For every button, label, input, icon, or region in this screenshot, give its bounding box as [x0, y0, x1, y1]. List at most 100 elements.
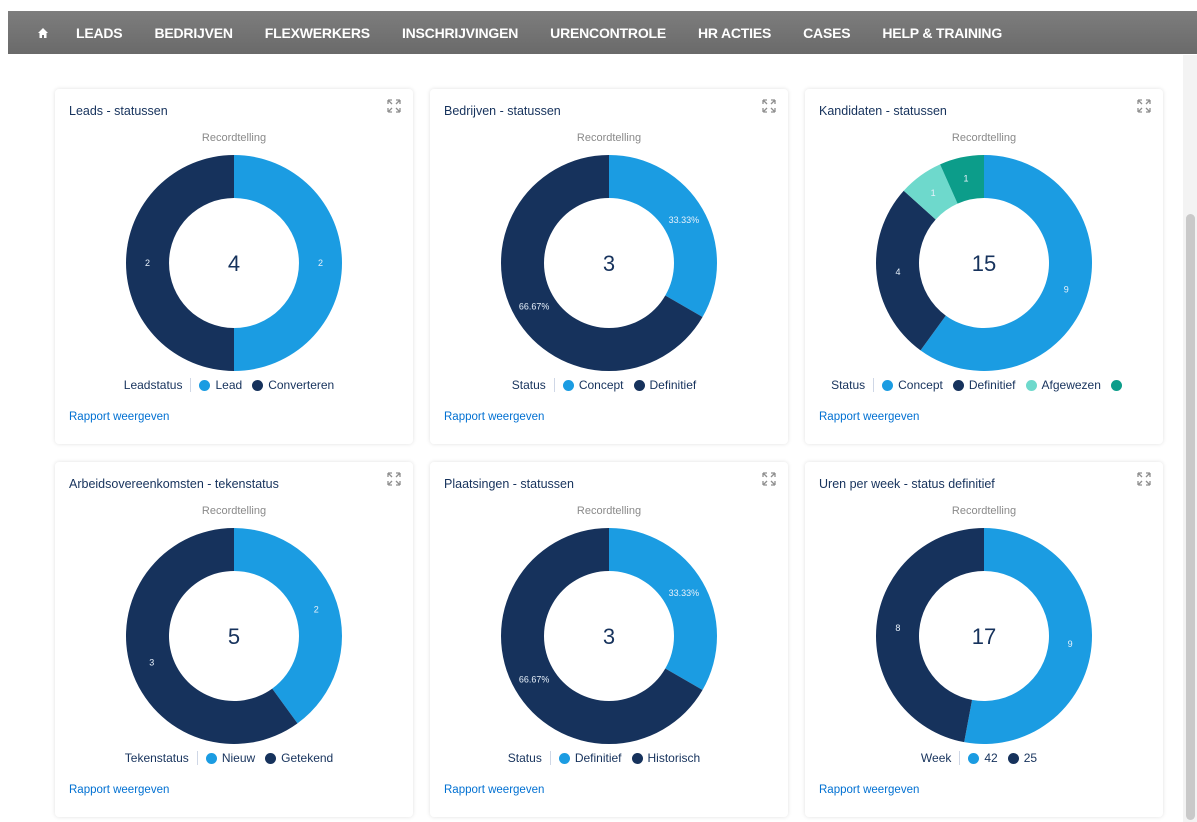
- legend-title: Status: [508, 751, 551, 765]
- legend-dot: [252, 379, 264, 391]
- chart-legend: Week 42 25: [805, 751, 1163, 765]
- donut-slice[interactable]: [609, 155, 717, 317]
- dashboard-card: Bedrijven - statussen Recordtelling 33.33%…: [430, 89, 788, 444]
- legend-item[interactable]: 42: [968, 751, 998, 765]
- donut-total: 5: [228, 624, 240, 649]
- legend-dot: [952, 379, 964, 391]
- donut-chart: 33.33% 66.67% 3: [501, 155, 717, 371]
- legend-label: Converteren: [268, 378, 335, 392]
- legend-item[interactable]: Concept: [562, 378, 624, 392]
- expand-icon[interactable]: [762, 472, 776, 486]
- nav-help-training[interactable]: HELP & TRAINING: [882, 25, 1002, 41]
- dashboard-card: Leads - statussen Recordtelling 2 2 4 Leadsta…: [55, 89, 413, 444]
- legend-item[interactable]: 25: [1007, 751, 1038, 765]
- card-title: Uren per week - status definitief: [819, 477, 995, 491]
- nav-bedrijven[interactable]: BEDRIJVEN: [154, 25, 233, 41]
- donut-total: 17: [972, 624, 996, 649]
- record-count-label: Recordtelling: [951, 505, 1017, 517]
- donut-chart: 2 3 5: [126, 528, 342, 744]
- legend-item[interactable]: Nieuw: [205, 751, 255, 765]
- donut-total: 3: [603, 624, 615, 649]
- legend-item[interactable]: Afgewezen: [1025, 378, 1101, 392]
- legend-item[interactable]: Concept: [882, 378, 943, 392]
- donut-slice[interactable]: [126, 155, 234, 371]
- card-title: Arbeidsovereenkomsten - tekenstatus: [69, 477, 279, 491]
- view-report-link[interactable]: Rapport weergeven: [444, 784, 544, 796]
- donut-total: 15: [972, 251, 996, 276]
- dashboard-card: Uren per week - status definitief Recordt…: [805, 462, 1163, 817]
- legend-dot: [1007, 752, 1019, 764]
- view-report-link[interactable]: Rapport weergeven: [819, 784, 919, 796]
- donut-slice[interactable]: [234, 155, 342, 371]
- view-report-link[interactable]: Rapport weergeven: [69, 411, 169, 423]
- view-report-link[interactable]: Rapport weergeven: [69, 784, 169, 796]
- legend-item[interactable]: [1110, 379, 1127, 391]
- expand-icon[interactable]: [387, 472, 401, 486]
- home-icon[interactable]: [28, 11, 58, 54]
- dashboard-card: Plaatsingen - statussen Recordtelling 33.3…: [430, 462, 788, 817]
- chart-legend: Status Concept Definitief: [430, 378, 788, 392]
- legend-dot: [1025, 379, 1037, 391]
- legend-label: Concept: [578, 378, 624, 392]
- slice-label: 9: [1068, 639, 1073, 649]
- expand-icon[interactable]: [762, 99, 776, 113]
- card-title: Plaatsingen - statussen: [444, 477, 574, 491]
- legend-item[interactable]: Definitief: [633, 378, 696, 392]
- donut-chart: 9 8 17: [876, 528, 1092, 744]
- slice-label: 1: [931, 188, 936, 198]
- nav-inschrijvingen[interactable]: INSCHRIJVINGEN: [402, 25, 518, 41]
- legend-item[interactable]: Historisch: [631, 751, 701, 765]
- nav-leads[interactable]: LEADS: [76, 25, 123, 41]
- record-count-label: Recordtelling: [201, 505, 267, 517]
- expand-icon[interactable]: [1137, 99, 1151, 113]
- nav-flexwerkers[interactable]: FLEXWERKERS: [265, 25, 370, 41]
- donut-chart: 33.33% 66.67% 3: [501, 528, 717, 744]
- legend-item[interactable]: Definitief: [952, 378, 1016, 392]
- donut-slice[interactable]: [234, 528, 342, 724]
- legend-dot: [631, 752, 643, 764]
- legend-label: Definitief: [968, 378, 1016, 392]
- legend-item[interactable]: Converteren: [252, 378, 334, 392]
- legend-title: Status: [831, 378, 875, 392]
- legend-label: Afgewezen: [1041, 378, 1101, 392]
- card-title: Bedrijven - statussen: [444, 104, 561, 118]
- donut-chart: 9 4 1 1 15: [876, 155, 1092, 371]
- legend-label: 25: [1023, 751, 1038, 765]
- legend-item[interactable]: Lead: [199, 378, 242, 392]
- donut-slice[interactable]: [876, 528, 984, 743]
- scrollbar-thumb[interactable]: [1186, 214, 1195, 820]
- main-navigation-bar: LEADS BEDRIJVEN FLEXWERKERS INSCHRIJVING…: [8, 11, 1197, 54]
- legend-dot: [562, 379, 574, 391]
- donut-total: 3: [603, 251, 615, 276]
- card-title: Kandidaten - statussen: [819, 104, 947, 118]
- legend-item[interactable]: Getekend: [265, 751, 333, 765]
- nav-urencontrole[interactable]: URENCONTROLE: [550, 25, 666, 41]
- legend-item[interactable]: Definitief: [558, 751, 622, 765]
- legend-label: Getekend: [281, 751, 334, 765]
- slice-label: 1: [964, 173, 969, 183]
- legend-title: Status: [512, 378, 555, 392]
- view-report-link[interactable]: Rapport weergeven: [819, 411, 919, 423]
- slice-label: 3: [149, 658, 154, 668]
- slice-label: 33.33%: [669, 215, 700, 225]
- record-count-label: Recordtelling: [201, 132, 267, 144]
- slice-label: 66.67%: [519, 674, 550, 684]
- legend-title: Tekenstatus: [125, 751, 198, 765]
- slice-label: 33.33%: [669, 588, 700, 598]
- record-count-label: Recordtelling: [576, 132, 642, 144]
- slice-label: 4: [895, 267, 900, 277]
- legend-label: Historisch: [647, 751, 701, 765]
- slice-label: 9: [1064, 285, 1069, 295]
- expand-icon[interactable]: [1137, 472, 1151, 486]
- legend-dot: [205, 752, 217, 764]
- legend-label: Concept: [898, 378, 943, 392]
- chart-legend: Tekenstatus Nieuw Getekend: [55, 751, 413, 765]
- nav-cases[interactable]: CASES: [803, 25, 850, 41]
- donut-slice[interactable]: [609, 528, 717, 690]
- legend-dot: [633, 379, 645, 391]
- nav-hr-acties[interactable]: HR ACTIES: [698, 25, 771, 41]
- view-report-link[interactable]: Rapport weergeven: [444, 411, 544, 423]
- legend-label: Definitief: [574, 751, 622, 765]
- slice-label: 2: [314, 604, 319, 614]
- expand-icon[interactable]: [387, 99, 401, 113]
